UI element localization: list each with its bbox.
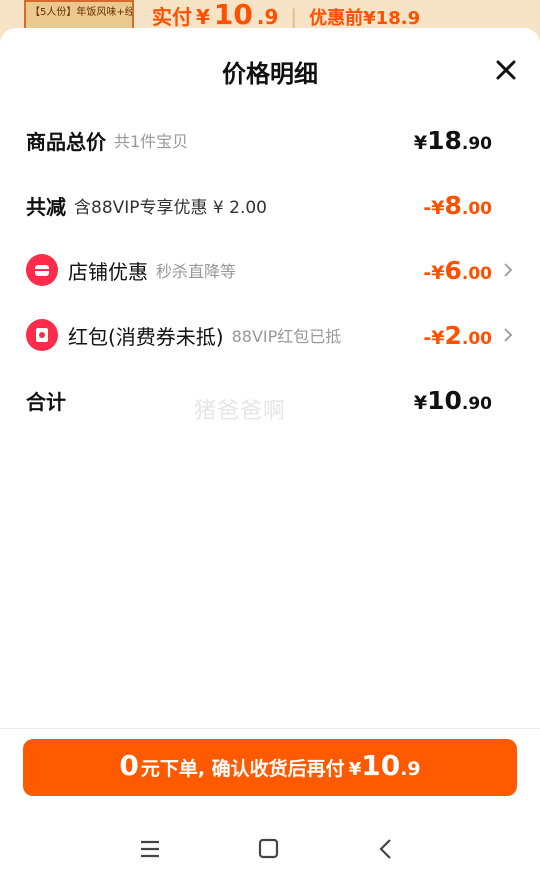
- red-packet-label: 红包(消费券未抵): [68, 324, 224, 349]
- back-icon: [379, 839, 391, 859]
- shop-icon: [26, 254, 58, 286]
- order-button[interactable]: 0 元下单, 确认收货后再付 ¥ 10 .9: [23, 739, 517, 796]
- currency-symbol: -¥: [423, 326, 445, 349]
- cta-text: 元下单, 确认收货后再付: [140, 758, 345, 780]
- item-count-note: 共1件宝贝: [114, 132, 189, 151]
- cta-zero: 0: [119, 749, 139, 782]
- row-item-total: 商品总价 共1件宝贝 ¥ 18 .90: [26, 120, 516, 160]
- amount-dec: .00: [461, 263, 492, 284]
- item-total-amount: ¥ 18 .90: [414, 126, 492, 155]
- grand-total-label: 合计: [26, 389, 66, 414]
- amount-int: 2: [444, 320, 462, 350]
- paid-dec: .9: [256, 5, 279, 29]
- paid-int: 10: [213, 0, 253, 31]
- amount-int: 10: [427, 385, 462, 415]
- amount-int: 18: [427, 125, 462, 155]
- grand-total-amount: ¥ 10 .90: [414, 386, 492, 415]
- amount-dec: .00: [461, 328, 492, 349]
- system-nav-bar: [0, 812, 540, 882]
- vip-discount-note: 含88VIP专享优惠 ¥ 2.00: [74, 197, 268, 218]
- red-packet-amount: -¥ 2 .00: [423, 321, 492, 350]
- price-separator: |: [290, 5, 298, 29]
- background-price: 实付 ¥ 10 .9 | 优惠前¥18.9: [152, 0, 420, 31]
- price-before-discount: 优惠前¥18.9: [309, 8, 421, 29]
- amount-dec: .90: [461, 393, 492, 414]
- row-shop-discount[interactable]: 店铺优惠 秒杀直降等 -¥ 6 .00: [26, 250, 516, 290]
- home-icon: [258, 838, 279, 859]
- menu-button[interactable]: [135, 834, 165, 864]
- paid-symbol: ¥: [196, 5, 210, 29]
- paid-label: 实付: [152, 5, 192, 29]
- amount-dec: .00: [461, 198, 492, 219]
- currency-symbol: -¥: [423, 261, 445, 284]
- amount-int: 8: [444, 190, 462, 220]
- red-packet-icon: [26, 319, 58, 351]
- shop-discount-amount: -¥ 6 .00: [423, 256, 492, 285]
- close-icon: [496, 60, 516, 80]
- amount-dec: .90: [461, 133, 492, 154]
- item-total-label: 商品总价: [26, 129, 106, 154]
- row-red-packet[interactable]: 红包(消费券未抵) 88VIP红包已抵 -¥ 2 .00: [26, 315, 516, 355]
- product-thumbnail-text: 【5人份】年饭风味+经典原味: [30, 7, 132, 18]
- cta-dec: .9: [400, 758, 421, 780]
- close-button[interactable]: [494, 58, 518, 82]
- red-packet-note: 88VIP红包已抵: [231, 327, 342, 346]
- currency-symbol: -¥: [423, 196, 445, 219]
- back-button[interactable]: [371, 834, 401, 864]
- watermark: 猪爸爸啊: [194, 399, 287, 424]
- sheet-title: 价格明细: [222, 60, 318, 88]
- currency-symbol: ¥: [413, 131, 428, 154]
- shop-discount-note: 秒杀直降等: [156, 262, 237, 281]
- row-total-reduction: 共减 含88VIP专享优惠 ¥ 2.00 -¥ 8 .00: [26, 185, 516, 225]
- total-reduction-label: 共减: [26, 194, 66, 219]
- cta-int: 10: [361, 749, 401, 782]
- total-reduction-amount: -¥ 8 .00: [423, 191, 492, 220]
- chevron-right-icon: [504, 328, 513, 342]
- home-button[interactable]: [253, 834, 283, 864]
- cta-symbol: ¥: [348, 759, 362, 780]
- divider: [0, 728, 540, 729]
- currency-symbol: ¥: [413, 391, 428, 414]
- shop-discount-label: 店铺优惠: [68, 259, 148, 284]
- chevron-right-icon: [504, 263, 513, 277]
- amount-int: 6: [444, 255, 462, 285]
- menu-icon: [141, 840, 159, 858]
